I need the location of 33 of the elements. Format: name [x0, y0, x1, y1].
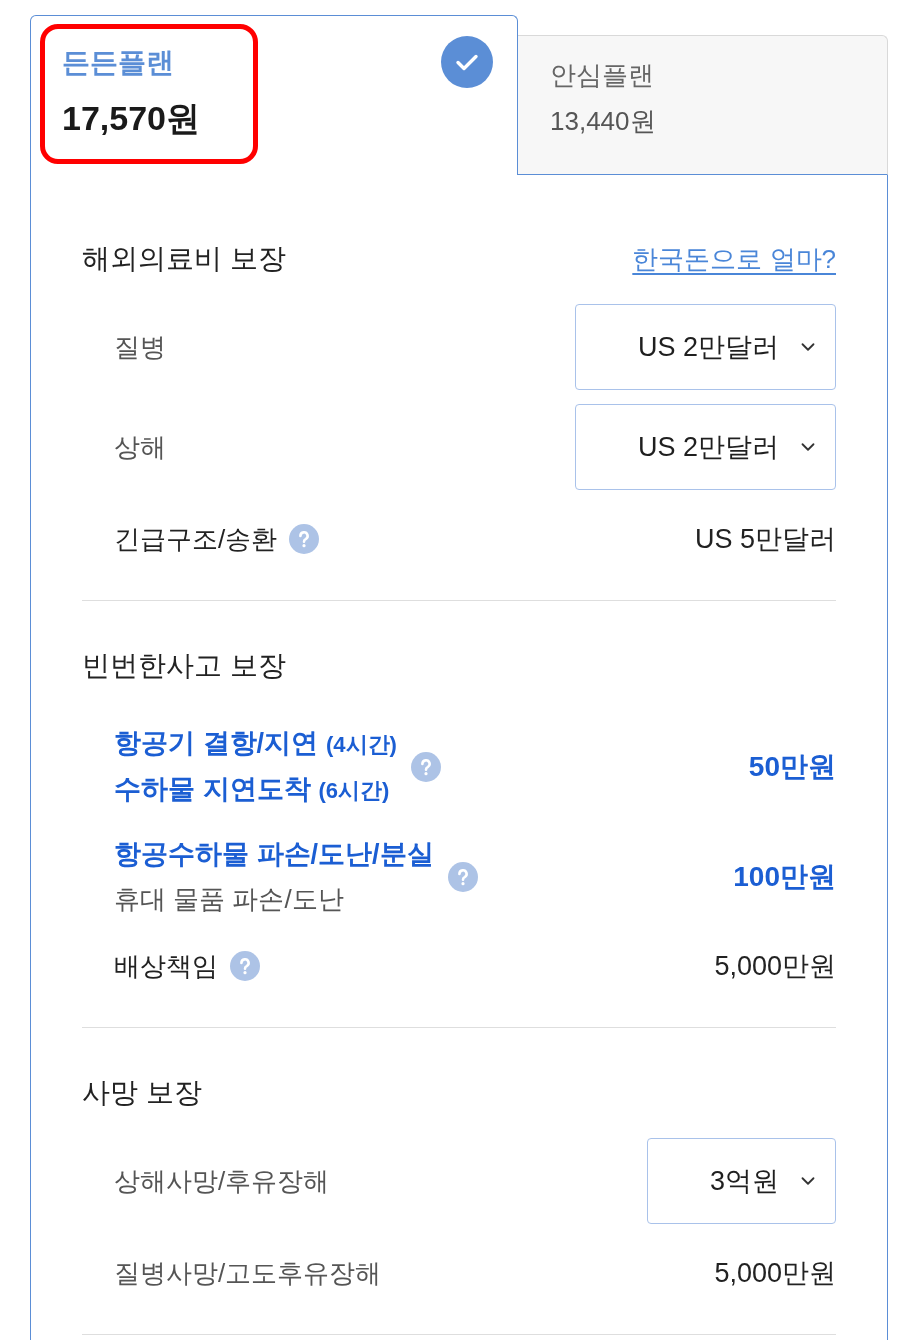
help-icon[interactable] — [410, 752, 441, 782]
help-icon[interactable] — [230, 951, 260, 981]
coverage-label: 수하물 지연도착 (6시간) — [114, 773, 391, 806]
plan-price: 17,570원 — [62, 98, 201, 139]
plan-name: 안심플랜 — [550, 59, 655, 92]
coverage-label: 질병사망/고도후유장해 — [114, 1256, 382, 1290]
coverage-label: 배상책임 — [114, 949, 218, 983]
exchange-link[interactable]: 한국돈으로 얼마? — [632, 239, 836, 279]
coverage-label: 상해 — [114, 430, 166, 464]
dropdown[interactable]: US 2만달러 — [574, 404, 836, 490]
section-title: 해외의료비 보장 — [82, 242, 286, 276]
section-title: 빈번한사고 보장 — [82, 649, 286, 683]
plan-tab[interactable]: 든든플랜 17,570원 — [30, 15, 518, 175]
coverage-label: 휴대 물품 파손/도난 — [114, 883, 345, 916]
coverage-amount: 5,000만원 — [714, 949, 836, 983]
coverage-amount: US 5만달러 — [694, 522, 836, 556]
coverage-amount: 5,000만원 — [714, 1256, 836, 1290]
coverage-label: 상해사망/후유장해 — [114, 1164, 330, 1198]
dropdown[interactable]: 3억원 — [646, 1138, 836, 1224]
coverage-label: 긴급구조/송환 — [114, 522, 278, 556]
coverage-label: 항공기 결항/지연 (4시간) — [114, 727, 397, 760]
coverage-label: 질병 — [114, 330, 166, 364]
dropdown[interactable]: US 2만달러 — [574, 304, 836, 390]
plan-name: 든든플랜 — [62, 46, 175, 80]
coverage-amount: 50만원 — [748, 750, 836, 784]
coverage-label: 항공수하물 파손/도난/분실 — [114, 838, 434, 871]
coverage-amount: 100만원 — [733, 860, 836, 894]
plan-tab[interactable]: 안심플랜 13,440원 — [518, 35, 888, 175]
help-icon[interactable] — [447, 862, 478, 892]
help-icon[interactable] — [289, 524, 320, 554]
section-title: 사망 보장 — [82, 1076, 202, 1110]
check-icon — [441, 36, 493, 88]
plan-price: 13,440원 — [550, 105, 657, 138]
